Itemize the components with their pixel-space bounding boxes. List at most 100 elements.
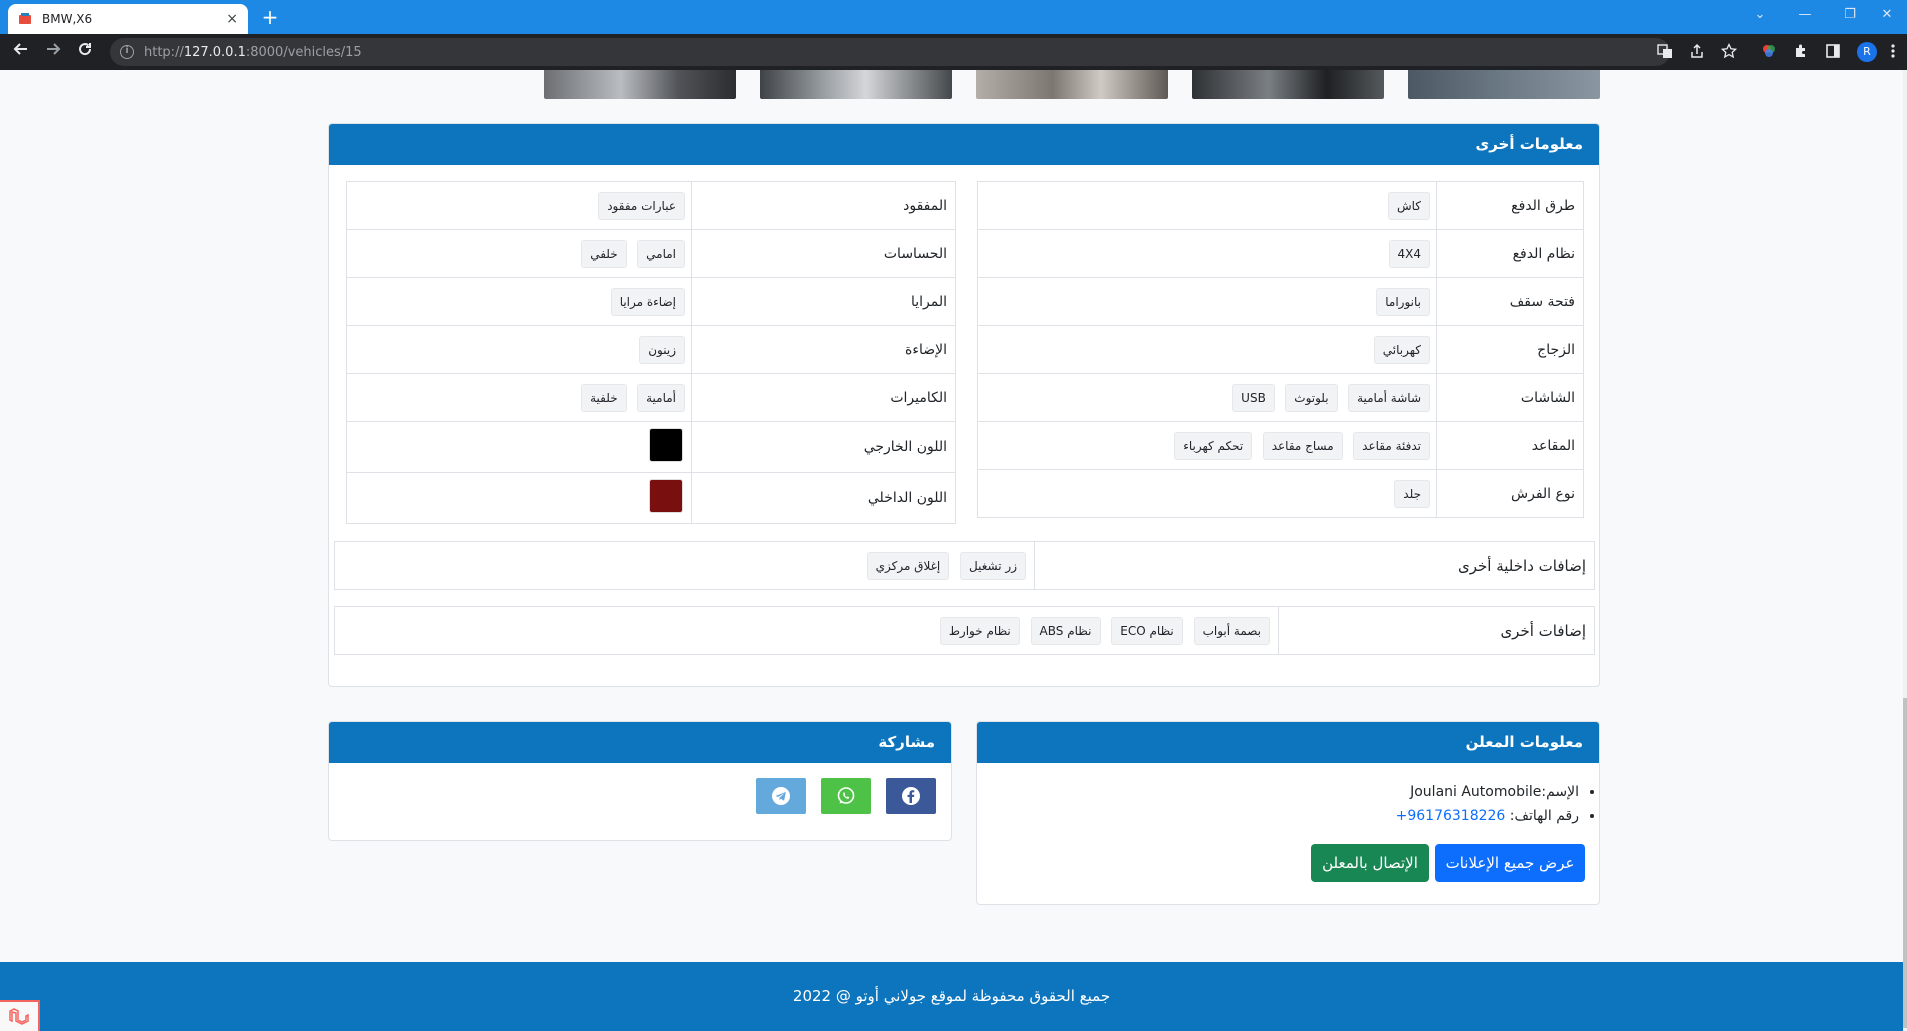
other-extras-table: إضافات أخرى بصمة أبواب نظام ECO نظام ABS… xyxy=(334,606,1595,655)
site-info-icon[interactable]: i xyxy=(120,45,134,59)
table-row: الإضاءة زينون xyxy=(346,325,956,374)
spec-chip: تدفئة مقاعد xyxy=(1353,431,1430,460)
facebook-icon xyxy=(902,787,920,805)
url-host: 127.0.0.1 xyxy=(183,44,246,60)
share-header: مشاركة xyxy=(329,722,951,763)
spec-values: زينون xyxy=(346,325,692,374)
spec-table-right: طرق الدفع كاش نظام الدفع 4X4 فتحة سقف با… xyxy=(977,181,1584,518)
table-row: نظام الدفع 4X4 xyxy=(977,229,1584,278)
table-row: الشاشات شاشة أمامية بلوتوث USB xyxy=(977,373,1584,422)
spec-label: نظام الدفع xyxy=(1436,229,1584,278)
advertiser-phone-link[interactable]: +96176318226 xyxy=(1396,808,1506,824)
url-path: :8000/vehicles/15 xyxy=(245,44,362,60)
url-scheme: http:// xyxy=(144,44,184,60)
spec-values: إضاءة مرايا xyxy=(346,277,692,326)
spec-chip: أمامية xyxy=(637,383,685,412)
spec-values: عبارات مفقود xyxy=(346,181,692,230)
spec-label: المرايا xyxy=(691,277,956,326)
spec-label: طرق الدفع xyxy=(1436,181,1584,230)
advertiser-card: معلومات المعلن الإسم:Joulani Automobile … xyxy=(976,721,1600,905)
contact-advertiser-button[interactable]: الإتصال بالمعلن xyxy=(1311,844,1429,882)
advertiser-name-label: الإسم: xyxy=(1541,784,1579,800)
minimize-button[interactable]: — xyxy=(1785,0,1825,30)
gallery-thumbnail[interactable] xyxy=(544,70,736,99)
profile-avatar[interactable]: R xyxy=(1857,42,1877,62)
table-row: المقاعد تدفئة مقاعد مساج مقاعد تحكم كهرب… xyxy=(977,421,1584,470)
list-item: رقم الهاتف: +96176318226 xyxy=(979,804,1579,828)
spec-chip: إضاءة مرايا xyxy=(610,287,685,316)
translate-icon[interactable] xyxy=(1656,43,1674,61)
gallery-thumbnail[interactable] xyxy=(1408,70,1600,99)
forward-arrow-icon[interactable] xyxy=(40,40,66,64)
spec-label: الشاشات xyxy=(1436,373,1584,422)
table-row: فتحة سقف بانوراما xyxy=(977,277,1584,326)
spec-chip: 4X4 xyxy=(1388,239,1430,268)
interior-color-swatch xyxy=(649,479,683,513)
spec-chip: كاش xyxy=(1387,191,1430,220)
browser-tab-bar: BMW,X6 × + ⌄ — ❐ ✕ xyxy=(0,0,1907,34)
spec-values: بانوراما xyxy=(977,277,1437,326)
extension-color-icon[interactable] xyxy=(1760,43,1778,61)
spec-label: الزجاج xyxy=(1436,325,1584,374)
facebook-share-button[interactable] xyxy=(886,778,936,814)
spec-values: كهربائي xyxy=(977,325,1437,374)
table-row: الكاميرات أمامية خلفية xyxy=(346,373,956,422)
spec-values: كاش xyxy=(977,181,1437,230)
spec-label: الكاميرات xyxy=(691,373,956,422)
bookmark-star-icon[interactable] xyxy=(1720,42,1738,61)
spec-chip: نظام ECO xyxy=(1111,616,1183,645)
side-panel-icon[interactable] xyxy=(1824,43,1842,61)
spec-chip: زر تشغيل xyxy=(960,551,1026,580)
scrollbar-thumb[interactable] xyxy=(1903,698,1907,1028)
new-tab-button[interactable]: + xyxy=(258,5,282,29)
spec-chip: بلوتوث xyxy=(1285,383,1338,412)
browser-tab[interactable]: BMW,X6 × xyxy=(8,4,248,34)
spec-chip: عبارات مفقود xyxy=(598,191,685,220)
spec-values xyxy=(346,421,692,473)
spec-label: الإضاءة xyxy=(691,325,956,374)
laravel-debugbar-toggle[interactable] xyxy=(0,1000,40,1031)
gallery-thumbnail[interactable] xyxy=(1192,70,1384,99)
exterior-color-label: اللون الخارجي xyxy=(691,421,956,473)
page-scrollbar[interactable] xyxy=(1903,70,1907,1031)
other-extras-label: إضافات أخرى xyxy=(1278,606,1595,655)
telegram-share-button[interactable] xyxy=(756,778,806,814)
spec-values: شاشة أمامية بلوتوث USB xyxy=(977,373,1437,422)
spec-chip: USB xyxy=(1232,383,1275,412)
maximize-button[interactable]: ❐ xyxy=(1830,0,1870,30)
interior-extras-values: زر تشغيل إغلاق مركزي xyxy=(334,541,1035,590)
other-info-card: معلومات أخرى طرق الدفع كاش نظام الدفع 4X… xyxy=(328,123,1600,687)
address-bar[interactable]: i http:// 127.0.0.1 :8000/vehicles/15 xyxy=(110,38,1670,66)
extensions-puzzle-icon[interactable] xyxy=(1792,43,1810,61)
site-favicon-icon xyxy=(19,13,31,24)
other-extras-values: بصمة أبواب نظام ECO نظام ABS نظام خوارط xyxy=(334,606,1279,655)
back-arrow-icon[interactable] xyxy=(8,40,34,64)
close-window-button[interactable]: ✕ xyxy=(1867,0,1907,30)
gallery-thumbnail[interactable] xyxy=(760,70,952,99)
spec-chip: تحكم كهرباء xyxy=(1174,431,1253,460)
spec-label: نوع الفرش xyxy=(1436,469,1584,518)
view-all-ads-button[interactable]: عرض جميع الإعلانات xyxy=(1435,844,1585,882)
spec-values: 4X4 xyxy=(977,229,1437,278)
spec-chip: نظام خوارط xyxy=(939,616,1020,645)
spec-values: امامي خلفي xyxy=(346,229,692,278)
table-row: اللون الداخلي xyxy=(346,472,956,524)
whatsapp-share-button[interactable] xyxy=(821,778,871,814)
tab-search-icon[interactable]: ⌄ xyxy=(1740,0,1780,30)
spec-label: المفقود xyxy=(691,181,956,230)
list-item: الإسم:Joulani Automobile xyxy=(979,780,1579,804)
gallery-thumbnail[interactable] xyxy=(976,70,1168,99)
reload-icon[interactable] xyxy=(72,40,98,64)
share-page-icon[interactable] xyxy=(1688,43,1706,61)
footer-copyright: جميع الحقوق محفوظة لموقع جولاني أوتو @ 2… xyxy=(792,987,1111,1005)
menu-kebab-icon[interactable] xyxy=(1884,43,1902,61)
spec-chip: إغلاق مركزي xyxy=(866,551,950,580)
spec-values xyxy=(346,472,692,524)
exterior-color-swatch xyxy=(649,428,683,462)
spec-label: الحساسات xyxy=(691,229,956,278)
spec-table-left: المفقود عبارات مفقود الحساسات امامي خلفي… xyxy=(346,181,956,524)
other-info-header: معلومات أخرى xyxy=(329,124,1599,165)
interior-extras-label: إضافات داخلية أخرى xyxy=(1034,541,1595,590)
tab-close-icon[interactable]: × xyxy=(226,11,238,27)
interior-extras-table: إضافات داخلية أخرى زر تشغيل إغلاق مركزي xyxy=(334,541,1595,590)
